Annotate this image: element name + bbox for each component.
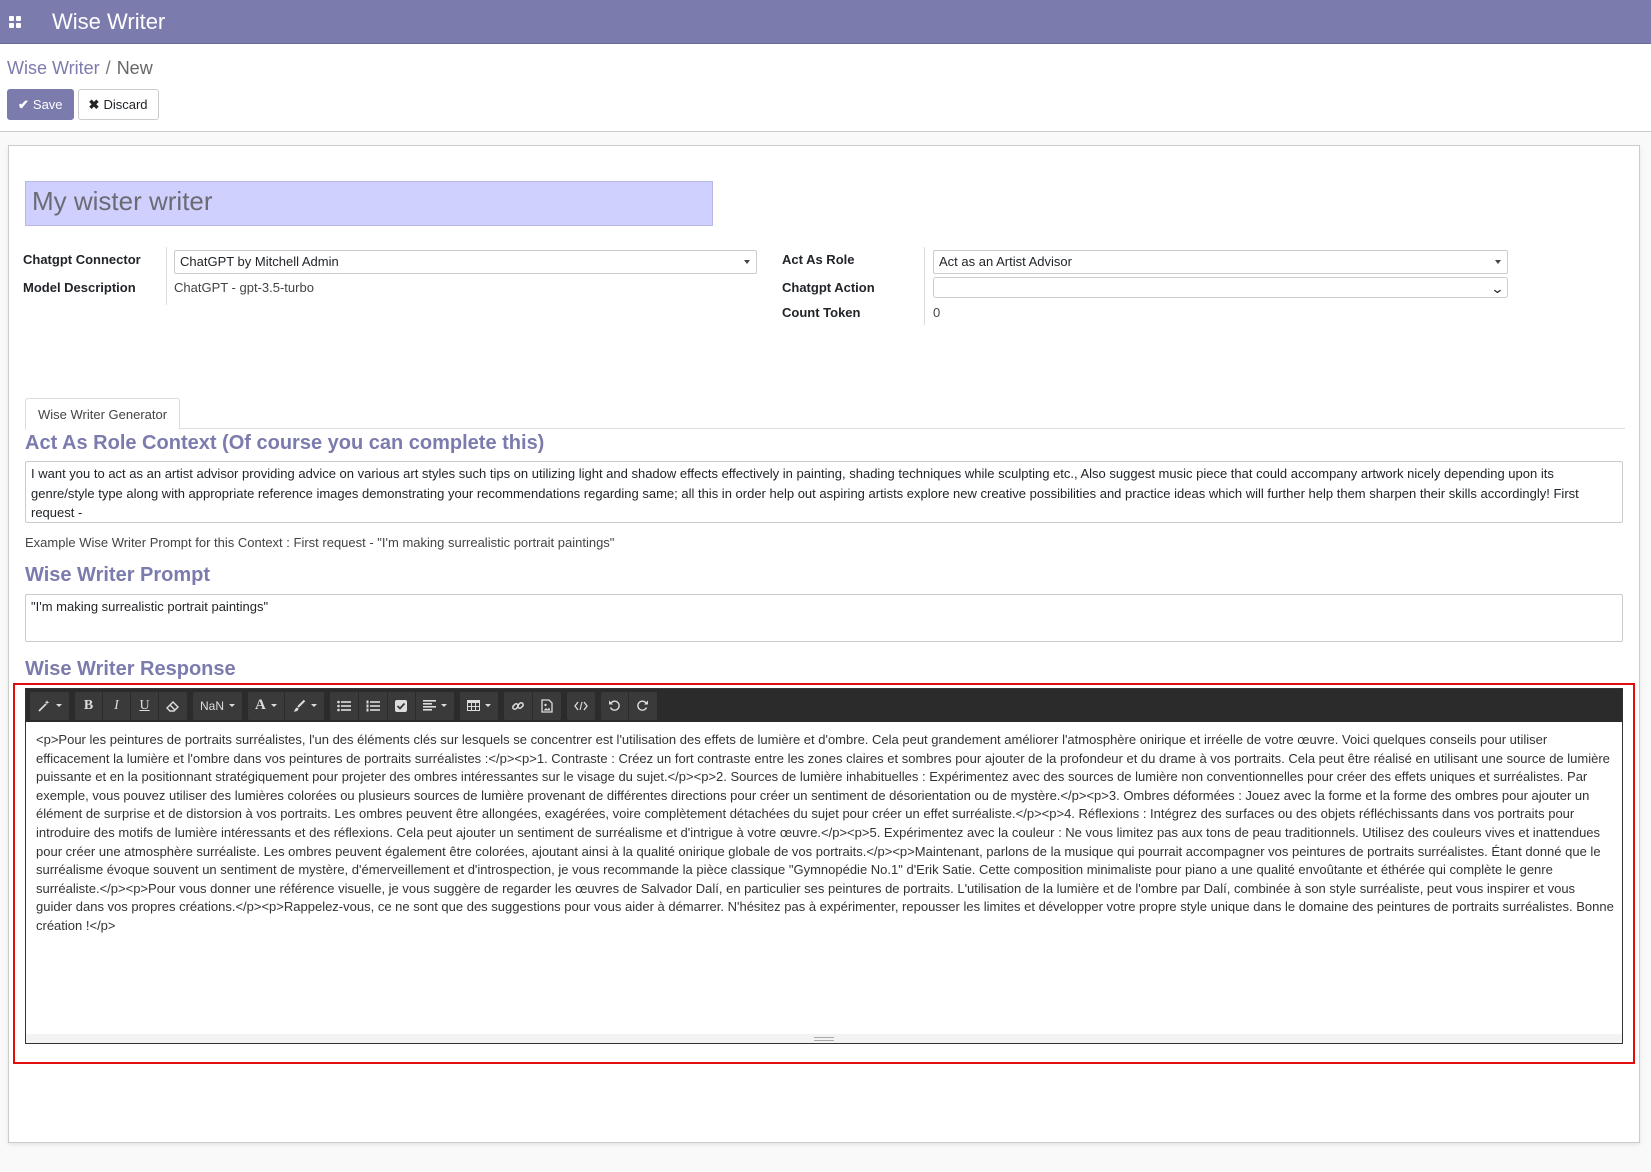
tab-wise-writer-generator[interactable]: Wise Writer Generator (25, 398, 181, 430)
image-icon (541, 698, 553, 713)
top-navbar: Wise Writer (0, 0, 1651, 44)
breadcrumb-current: New (116, 58, 153, 78)
italic-button[interactable]: I (103, 691, 131, 720)
control-panel: Wise Writer / New ✔ Save ✖ Discard (0, 44, 1651, 132)
eraser-icon (166, 700, 179, 712)
code-view-button[interactable] (567, 692, 595, 720)
wise-writer-prompt-textarea[interactable]: "I'm making surrealistic portrait painti… (25, 594, 1623, 642)
font-color-icon: A (255, 697, 266, 713)
chatgpt-connector-value: ChatGPT by Mitchell Admin (180, 254, 339, 269)
act-as-role-label: Act As Role (782, 252, 855, 267)
table-dropdown[interactable] (460, 692, 498, 720)
table-icon (466, 700, 480, 711)
magic-wand-icon (38, 699, 50, 712)
background-color-dropdown[interactable] (285, 692, 324, 720)
paint-brush-icon (293, 699, 306, 712)
align-left-icon (422, 700, 436, 711)
chatgpt-action-select[interactable]: ⌄ (933, 277, 1508, 298)
response-html-editor: B I U NaN A <p>Pour les peintures de por… (25, 688, 1623, 1044)
breadcrumb-separator: / (105, 58, 111, 78)
response-section-title: Wise Writer Response (25, 658, 236, 680)
chatgpt-action-label: Chatgpt Action (782, 280, 875, 295)
editor-toolbar: B I U NaN A (26, 689, 1622, 722)
paragraph-align-dropdown[interactable] (416, 692, 454, 720)
close-icon: ✖ (88, 96, 100, 112)
code-icon (574, 701, 588, 710)
bold-button[interactable]: B (75, 691, 103, 720)
apps-menu-icon[interactable] (0, 0, 30, 44)
checkbox-icon (395, 699, 408, 712)
example-prompt-text: Example Wise Writer Prompt for this Cont… (25, 535, 615, 550)
bullet-list-icon (337, 700, 351, 711)
count-token-label: Count Token (782, 305, 861, 320)
form-buttons: ✔ Save ✖ Discard (7, 89, 159, 120)
caret-down-icon (1495, 260, 1501, 264)
caret-down-icon (744, 260, 750, 264)
act-as-role-value: Act as an Artist Advisor (939, 254, 1072, 269)
redo-button[interactable] (629, 692, 657, 720)
editor-resize-handle[interactable] (26, 1034, 1622, 1043)
checklist-button[interactable] (388, 691, 416, 720)
count-token-value: 0 (933, 305, 941, 320)
numbered-list-icon (366, 700, 380, 711)
save-button[interactable]: ✔ Save (7, 89, 74, 120)
font-color-dropdown[interactable]: A (248, 691, 285, 720)
chatgpt-connector-label: Chatgpt Connector (23, 252, 141, 267)
eraser-button[interactable] (159, 692, 187, 720)
field-separator (924, 247, 925, 325)
save-button-label: Save (32, 97, 63, 112)
unordered-list-button[interactable] (330, 691, 359, 720)
chevron-down-icon: ⌄ (1490, 281, 1505, 296)
field-separator (166, 247, 167, 305)
font-size-dropdown[interactable]: NaN (193, 692, 242, 720)
model-description-value: ChatGPT - gpt-3.5-turbo (174, 280, 314, 295)
name-field[interactable]: My wister writer (25, 181, 713, 226)
discard-button-label: Discard (103, 97, 148, 112)
notebook-tabs: Wise Writer Generator (25, 398, 1625, 430)
check-icon: ✔ (18, 96, 29, 112)
model-description-label: Model Description (23, 280, 136, 295)
insert-link-button[interactable] (504, 691, 533, 720)
undo-button[interactable] (601, 691, 629, 720)
breadcrumb: Wise Writer / New (7, 58, 153, 79)
insert-image-button[interactable] (533, 692, 561, 720)
underline-button[interactable]: U (131, 691, 159, 720)
undo-icon (608, 700, 620, 711)
chatgpt-connector-select[interactable]: ChatGPT by Mitchell Admin (174, 250, 757, 274)
response-editor-content[interactable]: <p>Pour les peintures de portraits surré… (36, 731, 1614, 936)
link-icon (511, 701, 524, 710)
style-magic-button[interactable] (30, 692, 69, 720)
discard-button[interactable]: ✖ Discard (77, 89, 159, 120)
act-as-role-context-textarea[interactable]: I want you to act as an artist advisor p… (25, 461, 1623, 523)
breadcrumb-parent-link[interactable]: Wise Writer (7, 58, 100, 78)
prompt-section-title: Wise Writer Prompt (25, 564, 211, 586)
ordered-list-button[interactable] (359, 691, 388, 720)
redo-icon (637, 700, 649, 711)
context-section-title: Act As Role Context (Of course you can c… (25, 432, 545, 454)
font-size-label: NaN (200, 698, 225, 713)
act-as-role-select[interactable]: Act as an Artist Advisor (933, 250, 1508, 274)
app-title[interactable]: Wise Writer (52, 9, 165, 35)
form-sheet: My wister writer Chatgpt Connector Model… (8, 145, 1640, 1143)
